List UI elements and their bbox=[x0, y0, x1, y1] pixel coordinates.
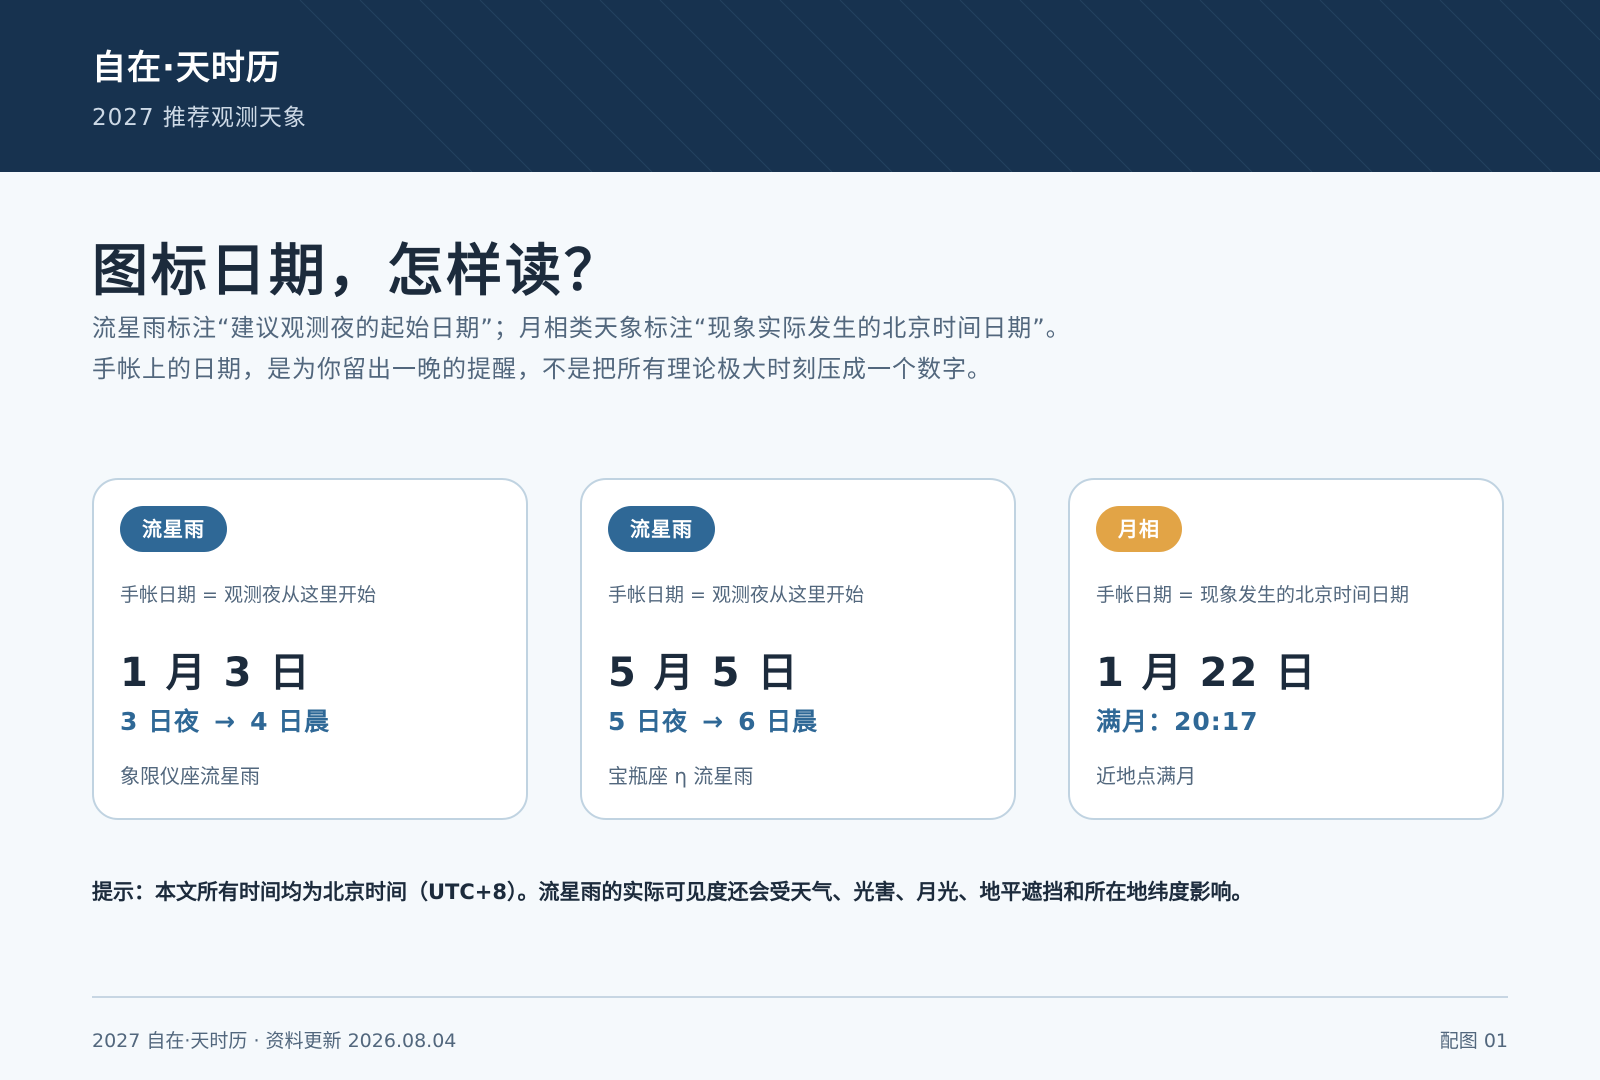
date-rule-text: 手帐日期 = 现象发生的北京时间日期 bbox=[1096, 584, 1409, 606]
category-tag-meteor-shower: 流星雨 bbox=[608, 506, 715, 552]
arrow-right-icon: → bbox=[702, 707, 725, 736]
event-name: 近地点满月 bbox=[1096, 764, 1196, 788]
window-start: 3 日夜 bbox=[120, 707, 201, 736]
event-date: 5 月 5 日 bbox=[608, 650, 800, 696]
arrow-right-icon: → bbox=[214, 707, 237, 736]
footer-divider bbox=[92, 996, 1508, 998]
timezone-note: 提示：本文所有时间均为北京时间（UTC+8）。流星雨的实际可见度还会受天气、光害… bbox=[92, 880, 1253, 904]
window-end: 6 日晨 bbox=[738, 707, 819, 736]
event-card-eta-aquariids: 流星雨 手帐日期 = 观测夜从这里开始 5 月 5 日 5 日夜 → 6 日晨 宝瓶… bbox=[580, 478, 1016, 820]
footer-credit: 2027 自在·天时历 · 资料更新 2026.08.04 bbox=[92, 1030, 457, 1052]
intro-text: 流星雨标注“建议观测夜的起始日期”；月相类天象标注“现象实际发生的北京时间日期”… bbox=[92, 308, 1071, 390]
event-name: 宝瓶座 η 流星雨 bbox=[608, 764, 754, 788]
event-card-perigee-full-moon: 月相 手帐日期 = 现象发生的北京时间日期 1 月 22 日 满月：20:17 … bbox=[1068, 478, 1504, 820]
event-name: 象限仪座流星雨 bbox=[120, 764, 260, 788]
category-tag-moon-phase: 月相 bbox=[1096, 506, 1182, 552]
page-title: 图标日期，怎样读？ bbox=[92, 239, 623, 304]
observation-window: 5 日夜 → 6 日晨 bbox=[608, 702, 818, 738]
intro-line-2: 手帐上的日期，是为你留出一晚的提醒，不是把所有理论极大时刻压成一个数字。 bbox=[92, 355, 992, 383]
brand-title: 自在·天时历 bbox=[92, 48, 281, 88]
header-banner: 自在·天时历 2027 推荐观测天象 bbox=[0, 0, 1600, 172]
full-moon-time: 满月：20:17 bbox=[1096, 707, 1259, 736]
window-start: 5 日夜 bbox=[608, 707, 689, 736]
category-tag-meteor-shower: 流星雨 bbox=[120, 506, 227, 552]
intro-line-1: 流星雨标注“建议观测夜的起始日期”；月相类天象标注“现象实际发生的北京时间日期”… bbox=[92, 314, 1071, 342]
event-card-quadrantids: 流星雨 手帐日期 = 观测夜从这里开始 1 月 3 日 3 日夜 → 4 日晨 象限… bbox=[92, 478, 528, 820]
event-date: 1 月 3 日 bbox=[120, 650, 312, 696]
figure-number: 配图 01 bbox=[1439, 1030, 1508, 1052]
event-date: 1 月 22 日 bbox=[1096, 650, 1318, 696]
date-rule-text: 手帐日期 = 观测夜从这里开始 bbox=[608, 584, 864, 606]
header-subtitle: 2027 推荐观测天象 bbox=[92, 105, 307, 131]
date-rule-text: 手帐日期 = 观测夜从这里开始 bbox=[120, 584, 376, 606]
observation-window: 3 日夜 → 4 日晨 bbox=[120, 702, 330, 738]
window-end: 4 日晨 bbox=[250, 707, 331, 736]
